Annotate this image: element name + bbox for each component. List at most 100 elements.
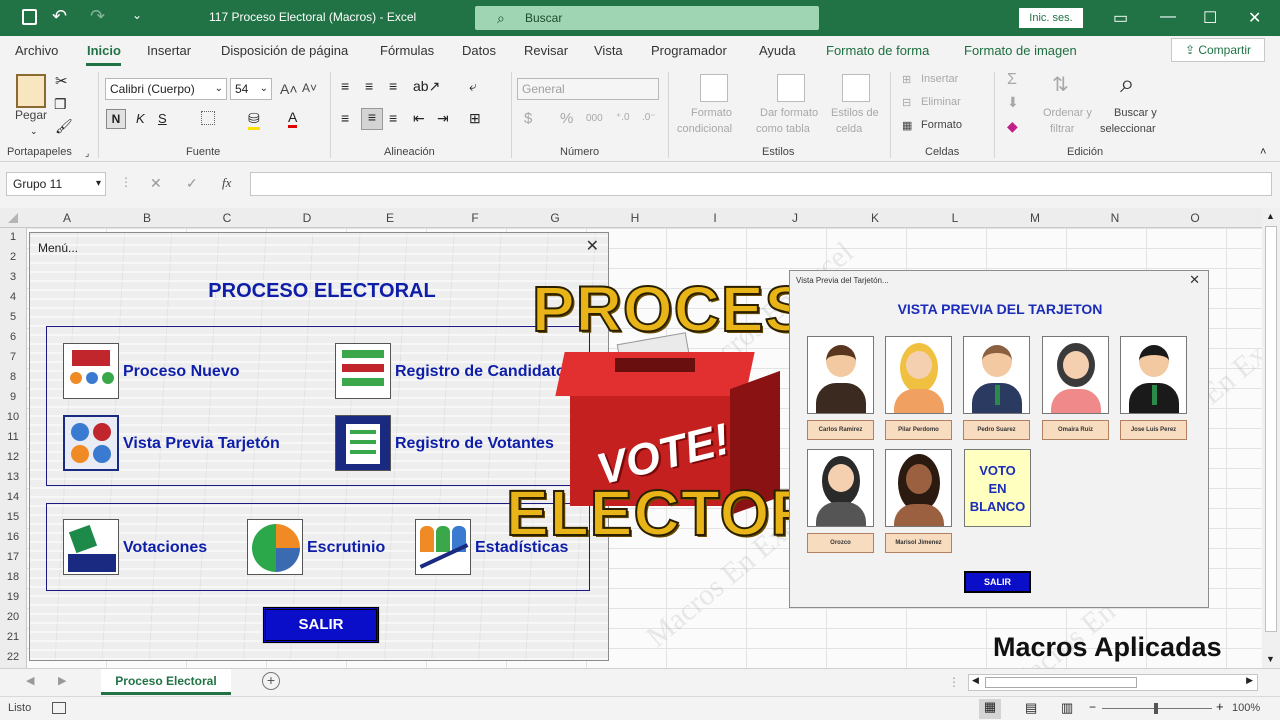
paste-label[interactable]: Pegar <box>15 108 47 122</box>
italic-button[interactable]: K <box>136 111 145 126</box>
row-header[interactable]: 10 <box>0 411 26 423</box>
row-header[interactable]: 6 <box>0 331 26 343</box>
number-format-combo[interactable]: General <box>517 78 659 100</box>
normal-view-icon[interactable]: ▦ <box>979 699 1001 719</box>
signin-button[interactable]: Inic. ses. <box>1019 8 1083 28</box>
tab-ayuda[interactable]: Ayuda <box>759 43 796 58</box>
page-layout-icon[interactable]: ▤ <box>1025 700 1037 716</box>
thousands-icon[interactable]: 000 <box>586 113 603 124</box>
menu-item-proceso-nuevo[interactable]: Proceso Nuevo <box>123 363 239 381</box>
sheet-tab-proceso-electoral[interactable]: Proceso Electoral <box>101 669 231 695</box>
tab-archivo[interactable]: Archivo <box>15 43 58 58</box>
col-header[interactable]: C <box>187 211 267 225</box>
prev-sheet-icon[interactable]: ◀ <box>26 674 34 687</box>
tab-datos[interactable]: Datos <box>462 43 496 58</box>
decrease-indent-icon[interactable]: ⇤ <box>413 110 425 127</box>
page-break-icon[interactable]: ▥ <box>1061 700 1073 716</box>
customize-qat-icon[interactable]: ⌄ <box>132 8 142 22</box>
tab-vista[interactable]: Vista <box>594 43 623 58</box>
cancel-icon[interactable]: ✕ <box>150 175 162 192</box>
estilos-celda-label-2[interactable]: celda <box>836 123 862 135</box>
row-header[interactable]: 22 <box>0 651 26 663</box>
wrap-text-icon[interactable]: ⤶ <box>469 78 477 95</box>
select-all-icon[interactable] <box>8 213 18 223</box>
font-size-combo[interactable]: 54 ⌄ <box>230 78 272 100</box>
hscroll-thumb[interactable] <box>985 677 1137 688</box>
row-header[interactable]: 11 <box>0 431 26 443</box>
increase-decimal-icon[interactable]: ⁺.0 <box>616 112 630 123</box>
row-header[interactable]: 14 <box>0 491 26 503</box>
buscar-label-1[interactable]: Buscar y <box>1114 107 1157 119</box>
row-header[interactable]: 3 <box>0 271 26 283</box>
save-icon[interactable] <box>22 9 37 25</box>
align-bottom-icon[interactable]: ≡ <box>389 78 397 94</box>
font-name-combo[interactable]: Calibri (Cuerpo) ⌄ <box>105 78 227 100</box>
currency-icon[interactable]: $ <box>524 110 532 127</box>
formato-condicional-label-2[interactable]: condicional <box>677 123 732 135</box>
row-header[interactable]: 13 <box>0 471 26 483</box>
maximize-icon[interactable]: ☐ <box>1203 8 1217 28</box>
add-sheet-icon[interactable]: + <box>262 672 280 690</box>
ordenar-label-2[interactable]: filtrar <box>1050 123 1074 135</box>
tab-disposicion[interactable]: Disposición de página <box>221 43 348 58</box>
menu-item-vista-previa[interactable]: Vista Previa Tarjetón <box>123 435 280 453</box>
row-header[interactable]: 16 <box>0 531 26 543</box>
row-header[interactable]: 9 <box>0 391 26 403</box>
sort-filter-icon[interactable]: ⇅ <box>1052 72 1069 97</box>
col-header[interactable]: J <box>755 211 835 225</box>
tab-formulas[interactable]: Fórmulas <box>380 43 434 58</box>
menu-close-icon[interactable]: ✕ <box>586 236 599 256</box>
tab-revisar[interactable]: Revisar <box>524 43 568 58</box>
shrink-font-icon[interactable]: A˅ <box>302 81 317 95</box>
horizontal-scrollbar[interactable]: ◀ ▶ <box>968 674 1258 691</box>
tab-formato-forma[interactable]: Formato de forma <box>826 43 929 58</box>
candidate-photo[interactable] <box>807 336 874 414</box>
col-header[interactable]: L <box>915 211 995 225</box>
col-header[interactable]: F <box>435 211 515 225</box>
delete-icon[interactable]: ⊟ <box>902 96 911 109</box>
row-header[interactable]: 21 <box>0 631 26 643</box>
candidates-register-icon[interactable] <box>335 343 391 399</box>
col-header[interactable]: I <box>675 211 755 225</box>
autosum-icon[interactable]: Σ <box>1007 71 1017 89</box>
format-icon[interactable]: ▦ <box>902 119 912 132</box>
tab-inicio[interactable]: Inicio <box>87 43 121 58</box>
scroll-left-icon[interactable]: ◀ <box>972 675 979 686</box>
undo-icon[interactable]: ↶ <box>52 6 67 27</box>
col-header[interactable]: B <box>107 211 187 225</box>
borders-icon[interactable] <box>201 111 215 125</box>
col-header[interactable]: M <box>995 211 1075 225</box>
ballot-preview-icon[interactable] <box>63 415 119 471</box>
row-header[interactable]: 5 <box>0 311 26 323</box>
col-header[interactable]: E <box>350 211 430 225</box>
eliminar-label[interactable]: Eliminar <box>921 96 961 108</box>
fill-color-icon[interactable]: ⛁ <box>248 110 260 130</box>
formula-input[interactable] <box>250 172 1272 196</box>
paste-dropdown-icon[interactable]: ⌄ <box>30 126 38 137</box>
conditional-format-icon[interactable] <box>700 74 728 102</box>
menu-item-registro-candidatos[interactable]: Registro de Candidatos <box>395 363 575 381</box>
col-header[interactable]: A <box>27 211 107 225</box>
col-header[interactable]: D <box>267 211 347 225</box>
merge-center-icon[interactable]: ⊞ <box>469 110 481 127</box>
buscar-label-2[interactable]: seleccionar <box>1100 123 1156 135</box>
scroll-thumb[interactable] <box>1265 226 1277 632</box>
underline-button[interactable]: S <box>158 111 167 126</box>
candidate-photo[interactable] <box>885 336 952 414</box>
close-icon[interactable]: ✕ <box>1248 8 1261 28</box>
row-header[interactable]: 20 <box>0 611 26 623</box>
preview-salir-button[interactable]: SALIR <box>964 571 1031 593</box>
tab-formato-imagen[interactable]: Formato de imagen <box>964 43 1077 58</box>
menu-item-registro-votantes[interactable]: Registro de Votantes <box>395 435 554 453</box>
counting-icon[interactable] <box>247 519 303 575</box>
scroll-up-icon[interactable]: ▲ <box>1266 211 1275 221</box>
col-header[interactable]: G <box>515 211 595 225</box>
name-box[interactable]: Grupo 11 ▾ <box>6 172 106 196</box>
paste-icon[interactable] <box>16 74 46 108</box>
col-header[interactable]: O <box>1155 211 1235 225</box>
insert-function-icon[interactable]: fx <box>222 175 231 191</box>
menu-item-escrutinio[interactable]: Escrutinio <box>307 539 385 557</box>
col-header[interactable]: N <box>1075 211 1155 225</box>
tab-insertar[interactable]: Insertar <box>147 43 191 58</box>
zoom-out-icon[interactable]: − <box>1089 700 1096 714</box>
